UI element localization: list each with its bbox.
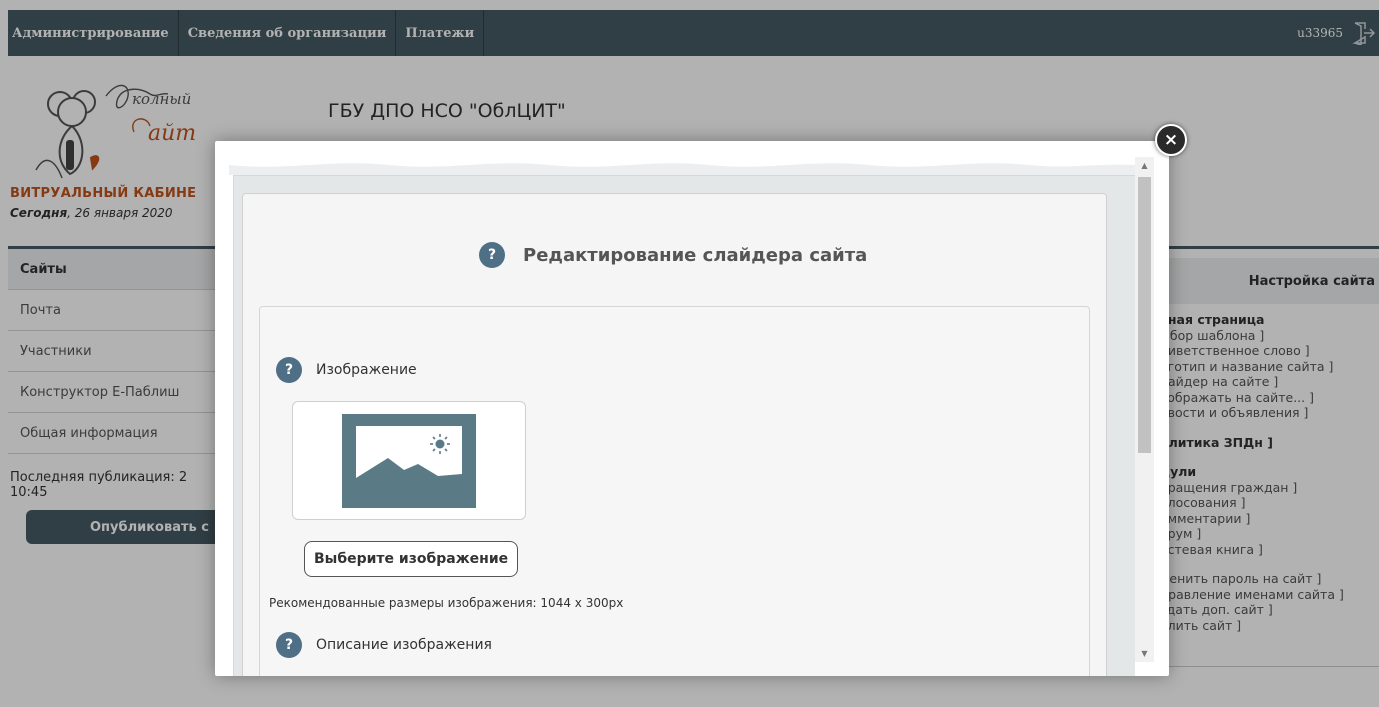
choose-image-button[interactable]: Выберите изображение: [304, 541, 519, 577]
help-icon[interactable]: ?: [479, 242, 505, 268]
modal-content: ? Редактирование слайдера сайта ? Изобра…: [229, 157, 1135, 676]
description-label: Описание изображения: [316, 637, 492, 653]
scroll-up-arrow[interactable]: ▲: [1135, 157, 1154, 174]
help-icon[interactable]: ?: [276, 632, 302, 658]
modal-title-text: Редактирование слайдера сайта: [523, 244, 868, 266]
decorative-wave: [229, 163, 1135, 175]
image-form: ? Изображение Выберите изображение Реком…: [259, 306, 1090, 676]
modal-title: ? Редактирование слайдера сайта: [479, 242, 867, 268]
image-field-label: ? Изображение: [276, 357, 417, 383]
scrollbar-thumb[interactable]: [1138, 177, 1151, 453]
help-icon[interactable]: ?: [276, 357, 302, 383]
image-preview[interactable]: [292, 401, 526, 520]
slider-edit-panel: ? Редактирование слайдера сайта ? Изобра…: [242, 193, 1107, 676]
close-icon[interactable]: ×: [1155, 124, 1187, 156]
slider-edit-modal: ? Редактирование слайдера сайта ? Изобра…: [215, 141, 1169, 676]
description-field-label: ? Описание изображения: [276, 632, 492, 658]
scroll-down-arrow[interactable]: ▼: [1135, 645, 1154, 662]
modal-scrollbar[interactable]: ▲ ▼: [1135, 157, 1154, 662]
recommended-size-note: Рекомендованные размеры изображения: 104…: [269, 596, 624, 610]
image-placeholder-icon: [342, 413, 476, 508]
image-label: Изображение: [316, 362, 417, 378]
